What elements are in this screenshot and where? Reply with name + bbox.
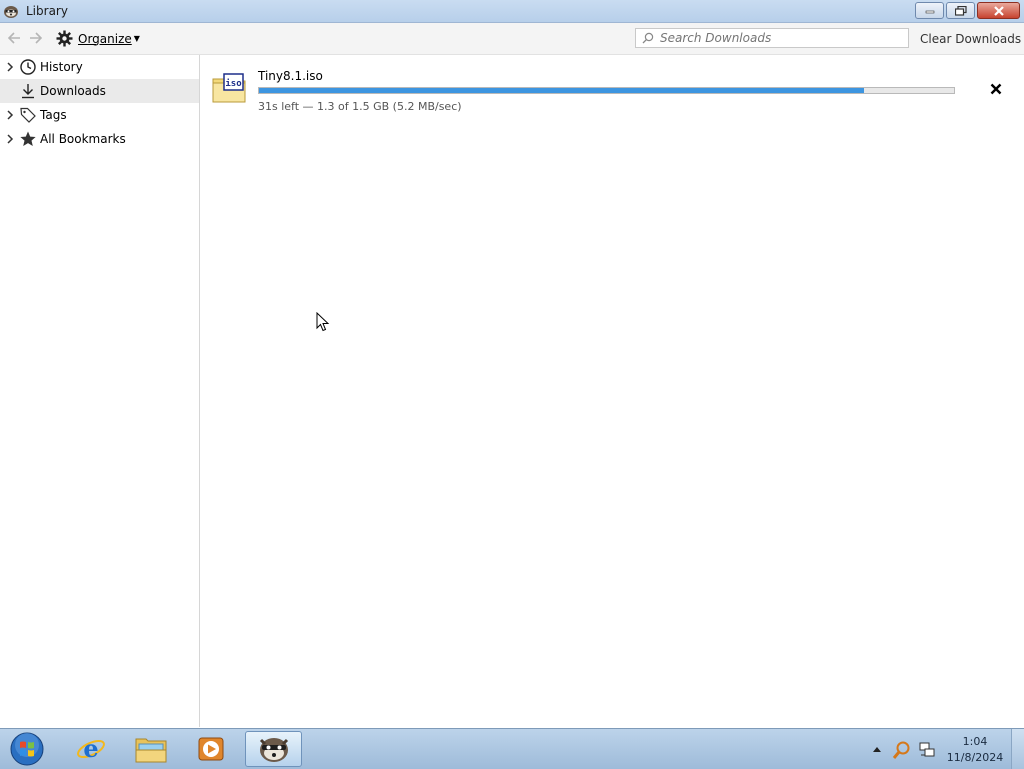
clock-time: 1:04 — [962, 735, 988, 748]
organize-label: Organize — [78, 31, 132, 46]
taskbar: e 1:04 11/8/2024 — [0, 728, 1024, 769]
download-filename: Tiny8.1.iso — [258, 69, 323, 83]
organize-menu-button[interactable]: Organize ▼ — [56, 30, 140, 47]
sidebar-item-tags[interactable]: Tags — [0, 103, 199, 127]
download-progress-fill — [259, 88, 864, 93]
raccoon-icon — [259, 738, 288, 762]
restore-button[interactable] — [946, 2, 975, 19]
expand-arrow-icon[interactable] — [6, 133, 14, 145]
sidebar-item-history[interactable]: History — [0, 55, 199, 79]
taskbar-file-explorer[interactable] — [124, 731, 178, 767]
media-player-icon — [198, 737, 224, 761]
library-toolbar: Organize ▼ Clear Downloads — [0, 23, 1024, 55]
show-hidden-icons-button[interactable] — [872, 745, 882, 753]
cancel-download-button[interactable] — [988, 81, 1004, 97]
internet-explorer-icon: e — [77, 734, 105, 763]
clock-icon — [20, 59, 36, 75]
file-type-label: iso — [225, 78, 241, 89]
close-icon — [990, 83, 1002, 95]
show-desktop-button[interactable] — [1011, 729, 1024, 769]
start-button[interactable] — [8, 732, 46, 766]
mouse-cursor-icon — [316, 312, 330, 332]
download-status: 31s left — 1.3 of 1.5 GB (5.2 MB/sec) — [258, 100, 462, 113]
svg-text:e: e — [83, 734, 98, 763]
star-icon — [20, 131, 36, 146]
dropdown-caret-icon: ▼ — [133, 34, 140, 43]
network-icon[interactable] — [918, 741, 936, 759]
search-icon — [642, 32, 654, 44]
sidebar-item-all-bookmarks[interactable]: All Bookmarks — [0, 127, 199, 151]
search-input[interactable] — [658, 30, 902, 46]
expand-arrow-icon[interactable] — [6, 61, 14, 73]
back-arrow-icon[interactable] — [5, 29, 23, 47]
taskbar-clock[interactable]: 1:04 11/8/2024 — [946, 734, 1004, 766]
sidebar-item-label: Tags — [40, 108, 67, 122]
restore-icon — [954, 5, 967, 16]
clear-downloads-button[interactable]: Clear Downloads — [920, 32, 1021, 46]
action-center-icon[interactable] — [892, 740, 912, 760]
tag-icon — [20, 107, 36, 123]
sidebar-item-downloads[interactable]: Downloads — [0, 79, 199, 103]
folder-icon — [135, 738, 167, 763]
close-icon — [993, 5, 1004, 16]
taskbar-browser-active[interactable] — [245, 731, 302, 767]
gear-icon — [56, 30, 73, 47]
sidebar-item-label: Downloads — [40, 84, 106, 98]
taskbar-internet-explorer[interactable]: e — [64, 731, 118, 767]
close-window-button[interactable] — [977, 2, 1020, 19]
minimize-button[interactable] — [915, 2, 944, 19]
expand-arrow-icon[interactable] — [6, 109, 14, 121]
search-box[interactable] — [635, 28, 909, 48]
sidebar-item-label: All Bookmarks — [40, 132, 126, 146]
clock-date: 11/8/2024 — [946, 751, 1004, 764]
minimize-icon — [925, 10, 934, 13]
library-sidebar: History Downloads Tags All Bookmarks — [0, 55, 200, 727]
window-title: Library — [26, 4, 68, 18]
raccoon-icon — [4, 6, 18, 18]
sidebar-item-label: History — [40, 60, 83, 74]
download-item[interactable]: iso Tiny8.1.iso 31s left — 1.3 of 1.5 GB… — [200, 65, 1024, 117]
download-icon — [22, 84, 34, 99]
forward-arrow-icon[interactable] — [27, 29, 45, 47]
iso-file-icon: iso — [212, 73, 246, 103]
window-titlebar: Library — [0, 0, 1024, 23]
taskbar-media-player[interactable] — [184, 731, 238, 767]
download-progress-bar — [258, 87, 955, 94]
downloads-list: iso Tiny8.1.iso 31s left — 1.3 of 1.5 GB… — [200, 55, 1024, 727]
